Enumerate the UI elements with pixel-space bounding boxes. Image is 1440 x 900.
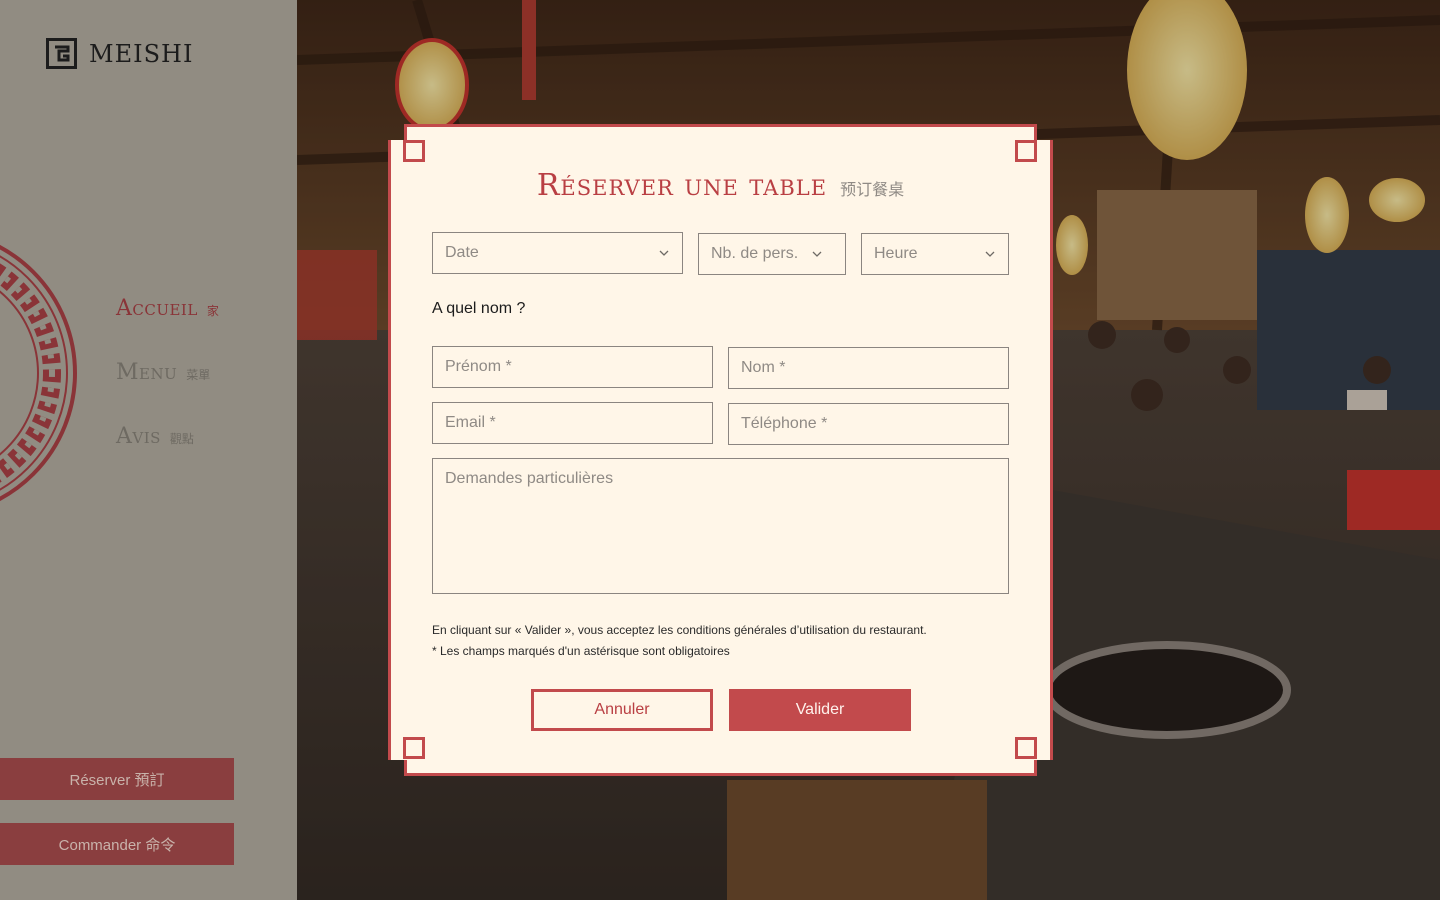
sidebar: MEISHI Accueil 家 Menu 菜單 Avis 觀點 Réserve… bbox=[0, 0, 297, 900]
chevron-down-icon bbox=[812, 251, 822, 257]
reserve-button[interactable]: Réserver 預訂 bbox=[0, 758, 234, 800]
modal-corner-ornament bbox=[1015, 140, 1037, 162]
guests-select-placeholder: Nb. de pers. bbox=[711, 245, 799, 262]
modal-corner-ornament bbox=[403, 737, 425, 759]
modal-title: Réserver une table 预订餐桌 bbox=[388, 168, 1053, 203]
main-nav: Accueil 家 Menu 菜單 Avis 觀點 bbox=[116, 296, 219, 488]
brand-logo[interactable]: MEISHI bbox=[46, 38, 193, 69]
guests-select[interactable]: Nb. de pers. bbox=[698, 233, 846, 275]
required-fields-note: * Les champs marqués d'un astérisque son… bbox=[432, 644, 730, 658]
cancel-button[interactable]: Annuler bbox=[531, 689, 713, 731]
name-question-label: A quel nom ? bbox=[432, 300, 526, 317]
meishi-logo-icon bbox=[46, 38, 77, 69]
nav-item-label: Menu bbox=[116, 360, 178, 385]
nav-item-accueil[interactable]: Accueil 家 bbox=[116, 296, 219, 360]
nav-item-label: Accueil bbox=[116, 296, 198, 321]
modal-corner-ornament bbox=[403, 140, 425, 162]
chevron-down-icon bbox=[659, 250, 669, 256]
phone-input[interactable]: Téléphone * bbox=[728, 403, 1009, 445]
terms-text: En cliquant sur « Valider », vous accept… bbox=[432, 623, 927, 637]
nav-item-avis[interactable]: Avis 觀點 bbox=[116, 424, 219, 488]
date-select-placeholder: Date bbox=[445, 244, 479, 261]
reservation-modal: Réserver une table 预订餐桌 Date Nb. de pers… bbox=[388, 124, 1053, 776]
nav-item-label: Avis bbox=[116, 424, 161, 449]
lastname-placeholder: Nom * bbox=[741, 359, 786, 376]
brand-name: MEISHI bbox=[89, 39, 194, 68]
chevron-down-icon bbox=[985, 251, 995, 257]
decorative-medallion bbox=[0, 244, 77, 502]
firstname-input[interactable]: Prénom * bbox=[432, 346, 713, 388]
time-select-placeholder: Heure bbox=[874, 245, 918, 262]
submit-button[interactable]: Valider bbox=[729, 689, 911, 731]
modal-title-text: Réserver une table bbox=[536, 168, 828, 203]
nav-item-cn-label: 家 bbox=[206, 304, 219, 318]
order-button[interactable]: Commander 命令 bbox=[0, 823, 234, 865]
email-input[interactable]: Email * bbox=[432, 402, 713, 444]
time-select[interactable]: Heure bbox=[861, 233, 1009, 275]
modal-title-cn: 预订餐桌 bbox=[840, 180, 905, 199]
nav-item-menu[interactable]: Menu 菜單 bbox=[116, 360, 219, 424]
modal-corner-ornament bbox=[1015, 737, 1037, 759]
lastname-input[interactable]: Nom * bbox=[728, 347, 1009, 389]
phone-placeholder: Téléphone * bbox=[741, 415, 828, 432]
nav-item-cn-label: 觀點 bbox=[169, 432, 194, 446]
date-select[interactable]: Date bbox=[432, 232, 683, 274]
special-requests-textarea[interactable]: Demandes particulières bbox=[432, 458, 1009, 594]
firstname-placeholder: Prénom * bbox=[445, 358, 512, 375]
nav-item-cn-label: 菜單 bbox=[186, 368, 211, 382]
email-placeholder: Email * bbox=[445, 414, 496, 431]
special-requests-placeholder: Demandes particulières bbox=[445, 470, 614, 487]
legal-notice: En cliquant sur « Valider », vous accept… bbox=[432, 620, 927, 662]
